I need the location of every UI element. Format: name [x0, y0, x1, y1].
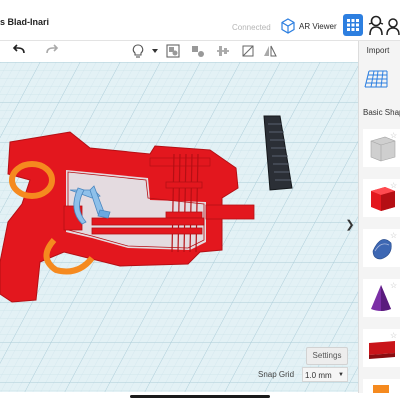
ar-viewer-button[interactable]: AR Viewer: [280, 16, 337, 36]
shape-box[interactable]: ☆: [363, 179, 400, 217]
dropdown-icon[interactable]: [147, 43, 163, 59]
workplane-tool[interactable]: [363, 63, 393, 93]
align-icon[interactable]: [215, 43, 231, 59]
ungroup-icon[interactable]: [190, 43, 206, 59]
undo-arrow-icon: [12, 44, 25, 54]
connection-status: Connected: [232, 23, 271, 32]
ar-viewer-label: AR Viewer: [299, 21, 337, 31]
snap-grid-label: Snap Grid: [258, 370, 295, 379]
collapse-panel-chevron-icon[interactable]: ❯: [345, 217, 355, 233]
group-icon[interactable]: [165, 43, 181, 59]
star-icon[interactable]: ☆: [390, 231, 397, 240]
ar-cube-icon: [281, 18, 295, 34]
import-button[interactable]: Import: [363, 44, 393, 58]
mirror-icon[interactable]: [240, 43, 256, 59]
document-title[interactable]: s Blad-Inari: [0, 17, 49, 27]
group-people-icon: [386, 18, 400, 36]
workplane-grid-icon: [364, 70, 388, 88]
settings-button[interactable]: Settings: [306, 347, 348, 365]
caret-down-icon: ▼: [338, 372, 344, 378]
app-root: s Blad-Inari Connected AR Viewer ❯ Setti…: [0, 0, 400, 400]
shapes-panel: Import Basic Shap ☆ ☆ ☆ ☆ ☆: [358, 41, 400, 393]
basic-shapes-label[interactable]: Basic Shap: [363, 108, 400, 117]
star-icon[interactable]: ☆: [390, 331, 397, 340]
star-icon[interactable]: ☆: [390, 281, 397, 290]
codeblocks-button[interactable]: [386, 15, 400, 37]
snap-grid-select[interactable]: 1.0 mm ▼: [302, 367, 348, 382]
blocks-view-button[interactable]: [367, 15, 385, 37]
workplane[interactable]: kpla: [0, 62, 358, 392]
shape-paraboloid[interactable]: ☆: [363, 229, 400, 267]
shape-next[interactable]: [363, 379, 400, 393]
shape-preview-icon: [373, 385, 389, 393]
workplane-canvas[interactable]: kpla: [0, 62, 358, 392]
undo-button[interactable]: [12, 43, 26, 62]
snap-grid-value: 1.0 mm: [305, 371, 332, 380]
shape-box-hole[interactable]: ☆: [363, 129, 400, 167]
grid-view-button[interactable]: [343, 14, 363, 36]
star-icon[interactable]: ☆: [390, 131, 397, 140]
person-icon: [368, 15, 384, 36]
home-indicator[interactable]: [130, 395, 270, 398]
top-bar: s Blad-Inari Connected AR Viewer: [0, 0, 400, 41]
redo-arrow-icon: [46, 44, 59, 54]
bulb-icon[interactable]: [130, 43, 146, 59]
shape-cone[interactable]: ☆: [363, 279, 400, 317]
shape-text[interactable]: ☆: [363, 329, 400, 367]
grid-icon: [347, 19, 359, 31]
redo-button[interactable]: [45, 43, 59, 62]
flip-icon[interactable]: [262, 43, 278, 59]
star-icon[interactable]: ☆: [390, 181, 397, 190]
